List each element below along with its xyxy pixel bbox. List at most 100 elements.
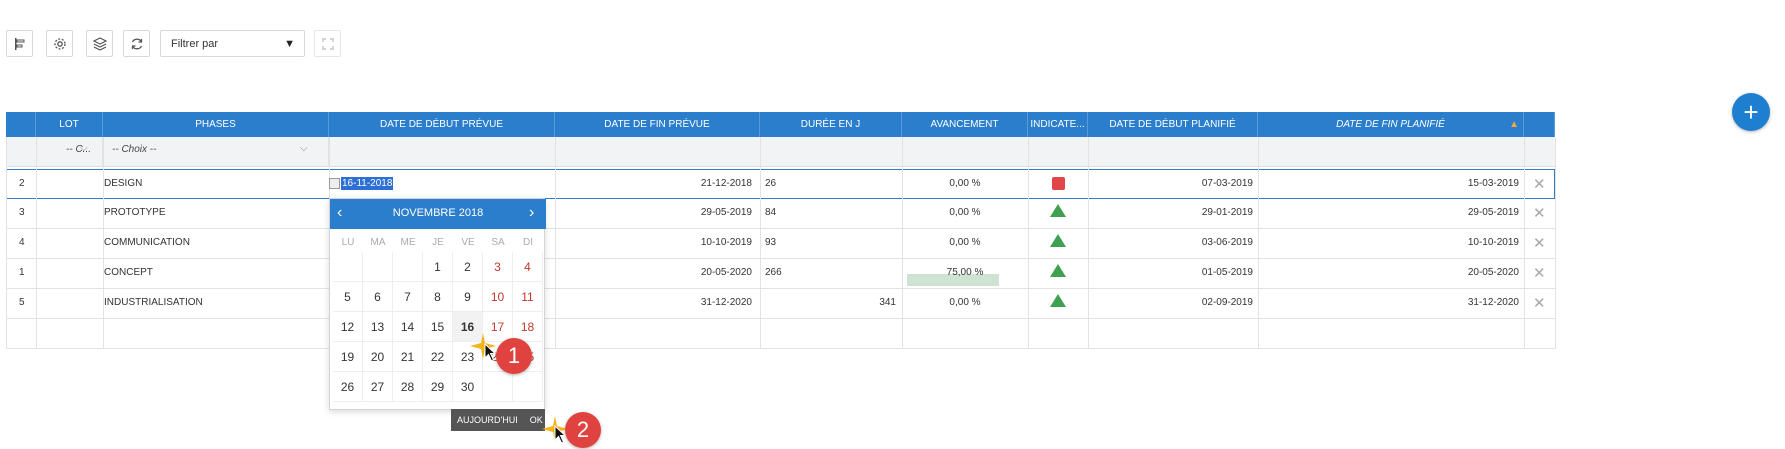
scheduled-start[interactable]: 29-01-2019 bbox=[1092, 207, 1253, 218]
scheduled-end[interactable]: 20-05-2020 bbox=[1262, 267, 1519, 278]
header-start-scheduled[interactable]: DATE DE DÉBUT PLANIFIÉ bbox=[1088, 112, 1258, 137]
day-cell-empty bbox=[483, 372, 513, 402]
day-cell[interactable]: 5 bbox=[333, 282, 363, 312]
day-cell[interactable]: 26 bbox=[333, 372, 363, 402]
calendar-icon[interactable] bbox=[329, 177, 340, 189]
day-cell[interactable]: 14 bbox=[393, 312, 423, 342]
weekday-label: JE bbox=[432, 237, 444, 248]
start-date-input[interactable]: 16-11-2018 bbox=[341, 176, 394, 190]
day-cell[interactable]: 7 bbox=[393, 282, 423, 312]
end-date[interactable]: 21-12-2018 bbox=[560, 178, 752, 189]
fullscreen-icon bbox=[321, 37, 334, 50]
day-cell[interactable]: 3 bbox=[483, 252, 513, 282]
day-cell[interactable]: 20 bbox=[363, 342, 393, 372]
indicator-green-triangle bbox=[1050, 264, 1066, 277]
duration[interactable]: 26 bbox=[765, 178, 776, 189]
duration[interactable]: 341 bbox=[765, 297, 896, 308]
phase-name[interactable]: PROTOTYPE bbox=[104, 207, 166, 218]
progress[interactable]: 75,00 % bbox=[902, 267, 1028, 278]
filter-select[interactable]: Filtrer par ▼ bbox=[160, 30, 305, 57]
day-cell[interactable]: 28 bbox=[393, 372, 423, 402]
day-cell[interactable]: 11 bbox=[513, 282, 543, 312]
weekday-label: SA bbox=[491, 237, 505, 248]
day-cell[interactable]: 4 bbox=[513, 252, 543, 282]
day-cell[interactable]: 1 bbox=[423, 252, 453, 282]
datepicker-footer: AUJOURD'HUI OK bbox=[451, 409, 545, 431]
delete-row-icon[interactable]: ✕ bbox=[1533, 175, 1546, 193]
progress[interactable]: 0,00 % bbox=[902, 178, 1028, 189]
day-cell[interactable]: 30 bbox=[453, 372, 483, 402]
filter-phases-value: -- Choix -- bbox=[112, 144, 157, 155]
end-date[interactable]: 29-05-2019 bbox=[560, 207, 752, 218]
scheduled-end[interactable]: 31-12-2020 bbox=[1262, 297, 1519, 308]
end-date[interactable]: 20-05-2020 bbox=[560, 267, 752, 278]
day-cell[interactable]: 22 bbox=[423, 342, 453, 372]
fullscreen-button[interactable] bbox=[314, 30, 341, 57]
row-number: 3 bbox=[19, 207, 25, 218]
duration[interactable]: 266 bbox=[765, 267, 782, 278]
header-lot[interactable]: LOT bbox=[36, 112, 103, 137]
scheduled-start[interactable]: 03-06-2019 bbox=[1092, 237, 1253, 248]
next-month-button[interactable]: › bbox=[529, 204, 534, 222]
header-start-planned[interactable]: DATE DE DÉBUT PRÉVUE bbox=[329, 112, 555, 137]
today-button[interactable]: AUJOURD'HUI bbox=[451, 415, 524, 425]
day-cell[interactable]: 13 bbox=[363, 312, 393, 342]
chevron-down-icon: ⌵ bbox=[300, 143, 308, 154]
duration[interactable]: 93 bbox=[765, 237, 776, 248]
day-cell[interactable]: 9 bbox=[453, 282, 483, 312]
end-date[interactable]: 31-12-2020 bbox=[560, 297, 752, 308]
row-number: 4 bbox=[19, 237, 25, 248]
day-cell[interactable]: 10 bbox=[483, 282, 513, 312]
start-date-editor[interactable]: 16-11-2018 bbox=[329, 175, 394, 191]
header-progress[interactable]: AVANCEMENT bbox=[902, 112, 1028, 137]
scheduled-end[interactable]: 10-10-2019 bbox=[1262, 237, 1519, 248]
end-date[interactable]: 10-10-2019 bbox=[560, 237, 752, 248]
scheduled-start[interactable]: 02-09-2019 bbox=[1092, 297, 1253, 308]
day-cell[interactable]: 19 bbox=[333, 342, 363, 372]
duration[interactable]: 84 bbox=[765, 207, 776, 218]
step-badge-1: 1 bbox=[496, 338, 532, 374]
header-end-planned[interactable]: DATE DE FIN PRÉVUE bbox=[555, 112, 760, 137]
header-end-scheduled[interactable]: DATE DE FIN PLANIFIÉ ▲ bbox=[1258, 112, 1524, 137]
header-duration[interactable]: DURÉE EN J bbox=[760, 112, 902, 137]
day-cell[interactable]: 29 bbox=[423, 372, 453, 402]
day-cell[interactable]: 12 bbox=[333, 312, 363, 342]
refresh-button[interactable] bbox=[123, 30, 150, 57]
grid-line bbox=[36, 137, 37, 349]
phase-name[interactable]: COMMUNICATION bbox=[104, 237, 190, 248]
grid-line bbox=[1028, 137, 1029, 349]
datepicker-month[interactable]: NOVEMBRE 2018 bbox=[330, 207, 546, 219]
refresh-icon bbox=[131, 38, 142, 49]
add-row-button[interactable]: + bbox=[1732, 93, 1770, 131]
scheduled-start[interactable]: 07-03-2019 bbox=[1092, 178, 1253, 189]
progress[interactable]: 0,00 % bbox=[902, 237, 1028, 248]
indicator-green-triangle bbox=[1050, 204, 1066, 217]
phase-name[interactable]: INDUSTRIALISATION bbox=[104, 297, 203, 308]
phase-name[interactable]: CONCEPT bbox=[104, 267, 153, 278]
settings-button[interactable] bbox=[46, 30, 73, 57]
delete-row-icon[interactable]: ✕ bbox=[1533, 234, 1546, 252]
day-cell[interactable]: 2 bbox=[453, 252, 483, 282]
delete-row-icon[interactable]: ✕ bbox=[1533, 294, 1546, 312]
header-phases[interactable]: PHASES bbox=[103, 112, 329, 137]
scheduled-end[interactable]: 29-05-2019 bbox=[1262, 207, 1519, 218]
delete-row-icon[interactable]: ✕ bbox=[1533, 264, 1546, 282]
day-cell[interactable]: 15 bbox=[423, 312, 453, 342]
header-indicator[interactable]: INDICATE... bbox=[1028, 112, 1088, 137]
align-left-button[interactable] bbox=[6, 30, 33, 57]
day-cell[interactable]: 27 bbox=[363, 372, 393, 402]
day-cell[interactable]: 8 bbox=[423, 282, 453, 312]
progress[interactable]: 0,00 % bbox=[902, 207, 1028, 218]
grid-line bbox=[1524, 137, 1525, 349]
chevron-down-icon: ⌵ bbox=[80, 143, 88, 154]
scheduled-start[interactable]: 01-05-2019 bbox=[1092, 267, 1253, 278]
day-cell[interactable]: 21 bbox=[393, 342, 423, 372]
scheduled-end[interactable]: 15-03-2019 bbox=[1262, 178, 1519, 189]
phase-name[interactable]: DESIGN bbox=[104, 178, 142, 189]
progress[interactable]: 0,00 % bbox=[902, 297, 1028, 308]
delete-row-icon[interactable]: ✕ bbox=[1533, 204, 1546, 222]
datepicker: ‹ NOVEMBRE 2018 › LU MA ME JE VE SA DI 1234567… bbox=[329, 198, 546, 410]
day-cell[interactable]: 6 bbox=[363, 282, 393, 312]
weekday-label: LU bbox=[341, 237, 355, 248]
layers-button[interactable] bbox=[86, 30, 113, 57]
